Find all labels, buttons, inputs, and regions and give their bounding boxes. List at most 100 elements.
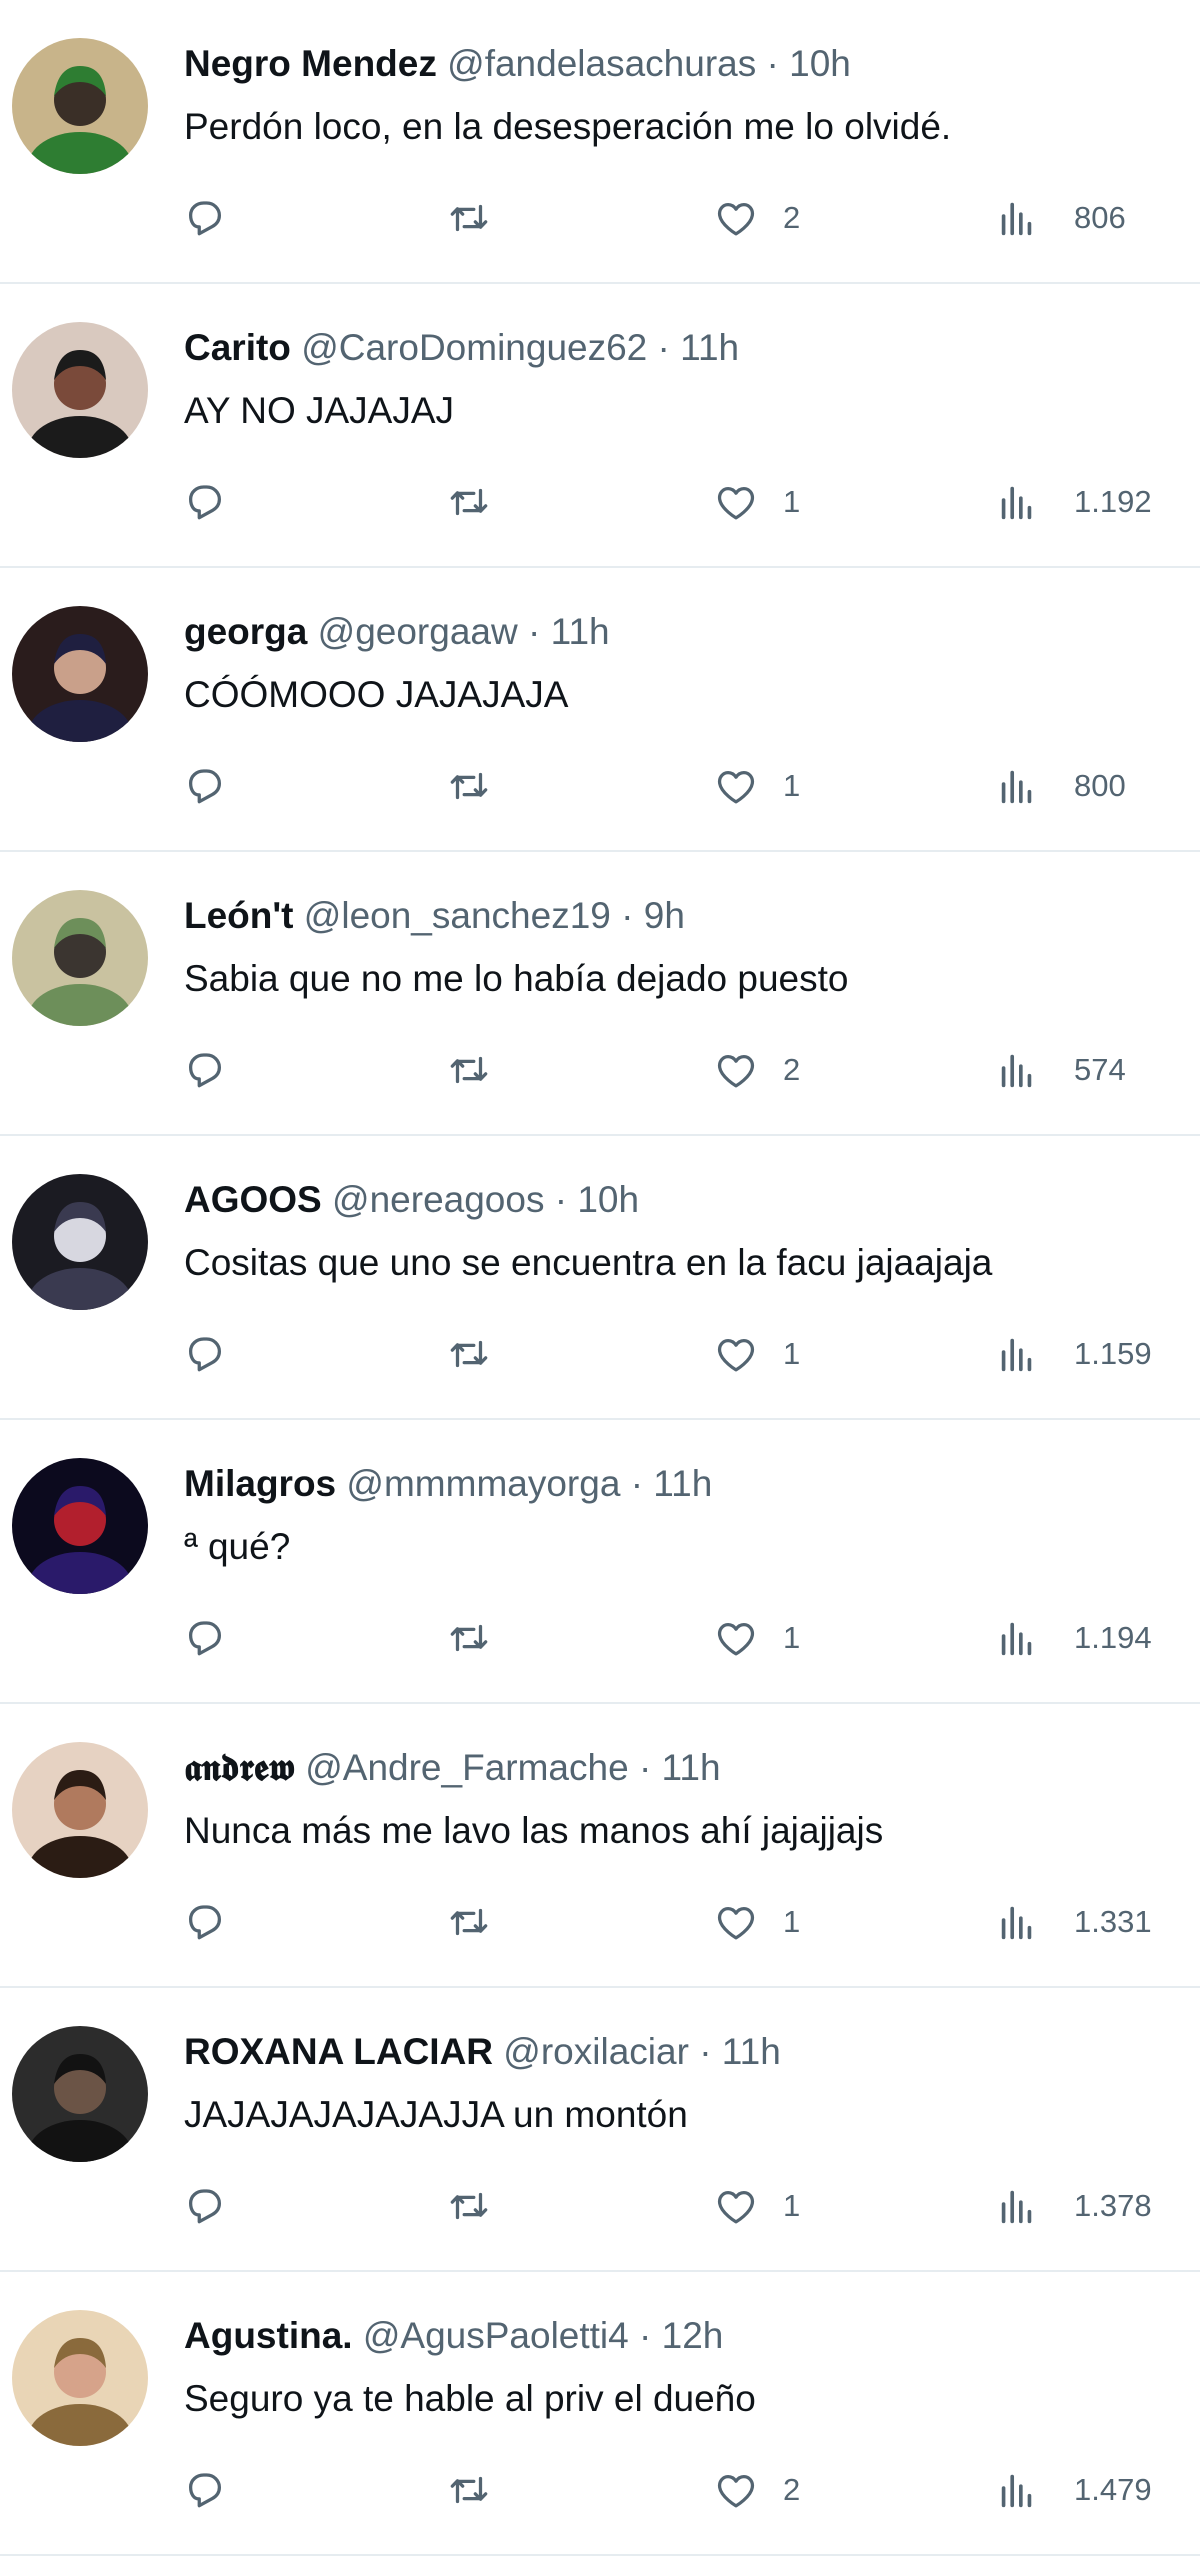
views-button[interactable]: 1.194	[994, 1608, 1152, 1668]
separator-dot: ·	[528, 611, 541, 652]
retweet-button[interactable]	[446, 472, 492, 532]
reply-icon	[188, 485, 222, 520]
avatar[interactable]	[12, 1174, 148, 1310]
like-button[interactable]: 2	[713, 188, 800, 248]
reply-button[interactable]	[182, 1040, 228, 1100]
tweet-time[interactable]: 11h	[680, 327, 739, 368]
retweet-button[interactable]	[446, 1608, 492, 1668]
reply-button[interactable]	[182, 2460, 228, 2520]
like-count: 2	[783, 1052, 801, 1087]
tweet-header: Negro Mendez @fandelasachuras · 10h	[184, 42, 851, 86]
views-button[interactable]: 806	[994, 188, 1126, 248]
author-name[interactable]: AGOOS	[184, 1179, 322, 1220]
reply-icon	[188, 1053, 222, 1088]
reply-button[interactable]	[182, 756, 228, 816]
author-handle[interactable]: @nereagoos	[332, 1179, 544, 1220]
like-button[interactable]: 1	[713, 1608, 800, 1668]
tweet-text: Cositas que uno se encuentra en la facu …	[184, 1242, 993, 1283]
author-name[interactable]: León't	[184, 895, 294, 936]
avatar-image	[12, 2310, 148, 2446]
like-button[interactable]: 1	[713, 2176, 800, 2236]
tweet-text: Nunca más me lavo las manos ahí jajajjaj…	[184, 1810, 884, 1851]
reply-button[interactable]	[182, 188, 228, 248]
author-name[interactable]: georga	[184, 611, 307, 652]
tweet[interactable]: georga @georgaaw · 11h CÓÓMOOO JAJAJAJA	[0, 568, 1200, 852]
tweet[interactable]: León't @leon_sanchez19 · 9h Sabia que no…	[0, 852, 1200, 1136]
tweet-header: georga @georgaaw · 11h	[184, 610, 610, 654]
tweet-time[interactable]: 9h	[644, 895, 685, 936]
like-button[interactable]: 1	[713, 1892, 800, 1952]
author-handle[interactable]: @CaroDominguez62	[301, 327, 647, 368]
author-name[interactable]: Negro Mendez	[184, 43, 437, 84]
author-handle[interactable]: @AgusPaoletti4	[363, 2315, 629, 2356]
author-handle[interactable]: @georgaaw	[318, 611, 518, 652]
author-name[interactable]: ROXANA LACIAR	[184, 2031, 493, 2072]
like-button[interactable]: 1	[713, 756, 800, 816]
tweet[interactable]: Carito @CaroDominguez62 · 11h AY NO JAJA…	[0, 284, 1200, 568]
avatar[interactable]	[12, 38, 148, 174]
tweet[interactable]: Negro Mendez @fandelasachuras · 10h Perd…	[0, 0, 1200, 284]
retweet-button[interactable]	[446, 1892, 492, 1952]
views-button[interactable]: 1.331	[994, 1892, 1152, 1952]
views-button[interactable]: 1.378	[994, 2176, 1152, 2236]
tweet[interactable]: AGOOS @nereagoos · 10h Cositas que uno s…	[0, 1136, 1200, 1420]
like-button[interactable]: 2	[713, 1040, 800, 1100]
author-handle[interactable]: @fandelasachuras	[447, 43, 756, 84]
views-button[interactable]: 1.192	[994, 472, 1152, 532]
reply-button[interactable]	[182, 1892, 228, 1952]
views-count: 1.159	[1074, 1336, 1152, 1371]
author-name[interactable]: 𝖆𝖓𝖉𝖗𝖊𝖜	[184, 1747, 295, 1788]
retweet-button[interactable]	[446, 756, 492, 816]
retweet-button[interactable]	[446, 1040, 492, 1100]
tweet-time[interactable]: 11h	[653, 1463, 712, 1504]
author-handle[interactable]: @mmmmayorga	[346, 1463, 620, 1504]
retweet-button[interactable]	[446, 1324, 492, 1384]
avatar[interactable]	[12, 2026, 148, 2162]
author-name[interactable]: Milagros	[184, 1463, 336, 1504]
tweet[interactable]: ROXANA LACIAR @roxilaciar · 11h JAJAJAJA…	[0, 1988, 1200, 2272]
separator-dot: ·	[766, 43, 779, 84]
reply-button[interactable]	[182, 1324, 228, 1384]
tweet-time[interactable]: 11h	[662, 1747, 721, 1788]
retweet-button[interactable]	[446, 2460, 492, 2520]
like-button[interactable]: 1	[713, 472, 800, 532]
reply-button[interactable]	[182, 1608, 228, 1668]
avatar[interactable]	[12, 1742, 148, 1878]
author-handle[interactable]: @roxilaciar	[503, 2031, 689, 2072]
tweet-time[interactable]: 10h	[577, 1179, 639, 1220]
author-handle[interactable]: @Andre_Farmache	[305, 1747, 628, 1788]
tweet[interactable]: 𝖆𝖓𝖉𝖗𝖊𝖜 @Andre_Farmache · 11h Nunca más m…	[0, 1704, 1200, 1988]
views-icon	[1001, 1622, 1032, 1656]
avatar[interactable]	[12, 890, 148, 1026]
heart-icon	[717, 486, 755, 520]
tweet-time[interactable]: 11h	[551, 611, 610, 652]
avatar[interactable]	[12, 606, 148, 742]
tweet-time[interactable]: 10h	[789, 43, 851, 84]
views-button[interactable]: 800	[994, 756, 1126, 816]
tweet[interactable]: Agustina. @AgusPaoletti4 · 12h Seguro ya…	[0, 2272, 1200, 2556]
retweet-button[interactable]	[446, 2176, 492, 2236]
views-button[interactable]: 574	[994, 1040, 1126, 1100]
tweet-actions: 1 1.378	[0, 2176, 1200, 2236]
author-name[interactable]: Carito	[184, 327, 291, 368]
separator-dot: ·	[657, 327, 670, 368]
tweet-time[interactable]: 11h	[722, 2031, 781, 2072]
avatar[interactable]	[12, 2310, 148, 2446]
views-button[interactable]: 1.159	[994, 1324, 1152, 1384]
like-button[interactable]: 2	[713, 2460, 800, 2520]
avatar[interactable]	[12, 1458, 148, 1594]
avatar[interactable]	[12, 322, 148, 458]
author-handle[interactable]: @leon_sanchez19	[304, 895, 611, 936]
retweet-button[interactable]	[446, 188, 492, 248]
reply-button[interactable]	[182, 2176, 228, 2236]
reply-icon	[188, 201, 222, 236]
tweet[interactable]: Milagros @mmmmayorga · 11h ª qué? 1 1.19…	[0, 1420, 1200, 1704]
views-count: 574	[1074, 1052, 1126, 1087]
tweet-time[interactable]: 12h	[662, 2315, 724, 2356]
retweet-icon	[450, 2476, 488, 2504]
author-name[interactable]: Agustina.	[184, 2315, 353, 2356]
views-button[interactable]: 1.479	[994, 2460, 1152, 2520]
separator-dot: ·	[639, 2315, 652, 2356]
like-button[interactable]: 1	[713, 1324, 800, 1384]
reply-button[interactable]	[182, 472, 228, 532]
